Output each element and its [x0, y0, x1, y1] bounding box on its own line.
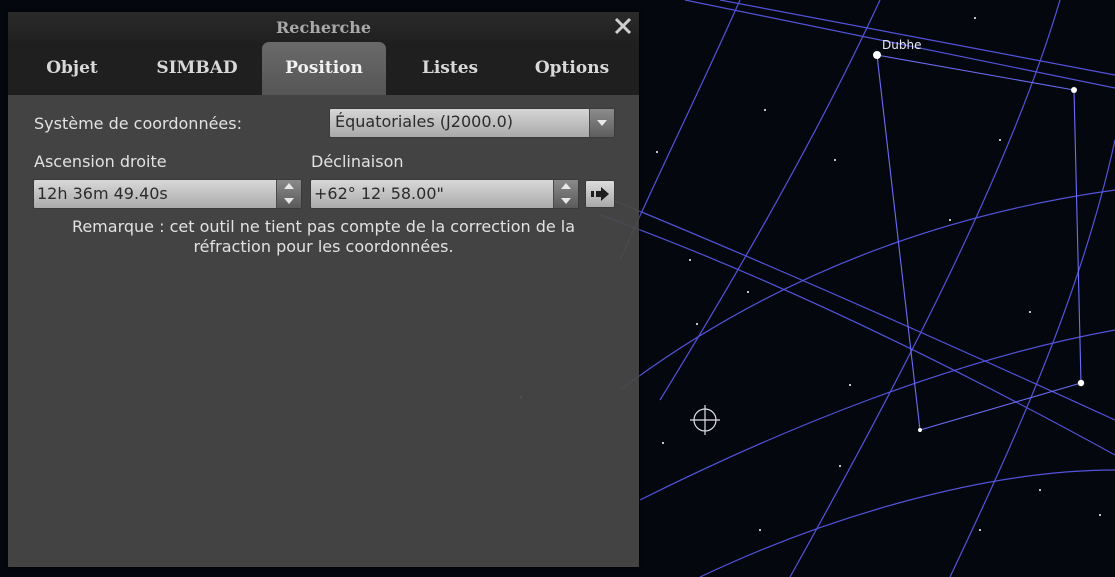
refraction-note: Remarque : cet outil ne tient pas compte…	[71, 217, 576, 256]
star	[747, 291, 749, 293]
close-button[interactable]	[611, 14, 635, 38]
chevron-down-icon[interactable]	[277, 194, 301, 208]
chevron-down-icon[interactable]	[589, 109, 614, 137]
crosshair-icon	[690, 405, 720, 435]
dialog-titlebar[interactable]: Recherche	[8, 12, 639, 42]
close-icon	[614, 17, 632, 35]
search-dialog: Recherche Objet SIMBAD Position Listes O…	[8, 12, 639, 567]
dialog-title: Recherche	[275, 18, 371, 37]
chevron-up-icon[interactable]	[554, 180, 578, 194]
star	[839, 465, 841, 467]
coordinate-system-select[interactable]: Équatoriales (J2000.0)	[329, 108, 615, 138]
star	[849, 384, 851, 386]
star	[696, 323, 698, 325]
star	[949, 219, 951, 221]
star[interactable]	[873, 51, 881, 59]
star	[656, 151, 658, 153]
declination-value: +62° 12' 58.00"	[314, 184, 444, 203]
right-ascension-input[interactable]: 12h 36m 49.40s	[33, 179, 302, 209]
star-label-dubhe[interactable]: Dubhe	[882, 38, 921, 52]
star	[764, 109, 766, 111]
grid-lines	[599, 0, 1115, 577]
tab-objet[interactable]: Objet	[18, 42, 126, 95]
star	[1039, 489, 1041, 491]
arrow-right-icon	[591, 187, 609, 201]
star	[999, 139, 1001, 141]
star[interactable]	[1071, 87, 1077, 93]
goto-position-button[interactable]	[585, 180, 615, 208]
star	[1099, 514, 1101, 516]
tab-bar: Objet SIMBAD Position Listes Options	[8, 42, 639, 95]
star	[662, 442, 664, 444]
declination-input[interactable]: +62° 12' 58.00"	[310, 179, 579, 209]
right-ascension-label: Ascension droite	[34, 152, 167, 171]
star	[979, 529, 981, 531]
constellation-lines	[876, 54, 1082, 431]
tab-simbad[interactable]: SIMBAD	[136, 42, 258, 95]
star[interactable]	[1077, 379, 1085, 387]
coordinate-system-label: Système de coordonnées:	[34, 114, 242, 133]
right-ascension-stepper[interactable]	[276, 180, 301, 208]
star	[834, 159, 836, 161]
chevron-up-icon[interactable]	[277, 180, 301, 194]
tab-position[interactable]: Position	[262, 42, 386, 95]
declination-stepper[interactable]	[553, 180, 578, 208]
right-ascension-value: 12h 36m 49.40s	[37, 184, 168, 203]
tab-listes[interactable]: Listes	[388, 42, 512, 95]
coordinate-system-value: Équatoriales (J2000.0)	[335, 112, 513, 131]
star	[759, 529, 761, 531]
star	[1029, 311, 1031, 313]
tab-options[interactable]: Options	[512, 42, 632, 95]
declination-label: Déclinaison	[311, 152, 404, 171]
star[interactable]	[918, 428, 922, 432]
chevron-down-icon[interactable]	[554, 194, 578, 208]
star	[689, 259, 691, 261]
star	[974, 17, 976, 19]
